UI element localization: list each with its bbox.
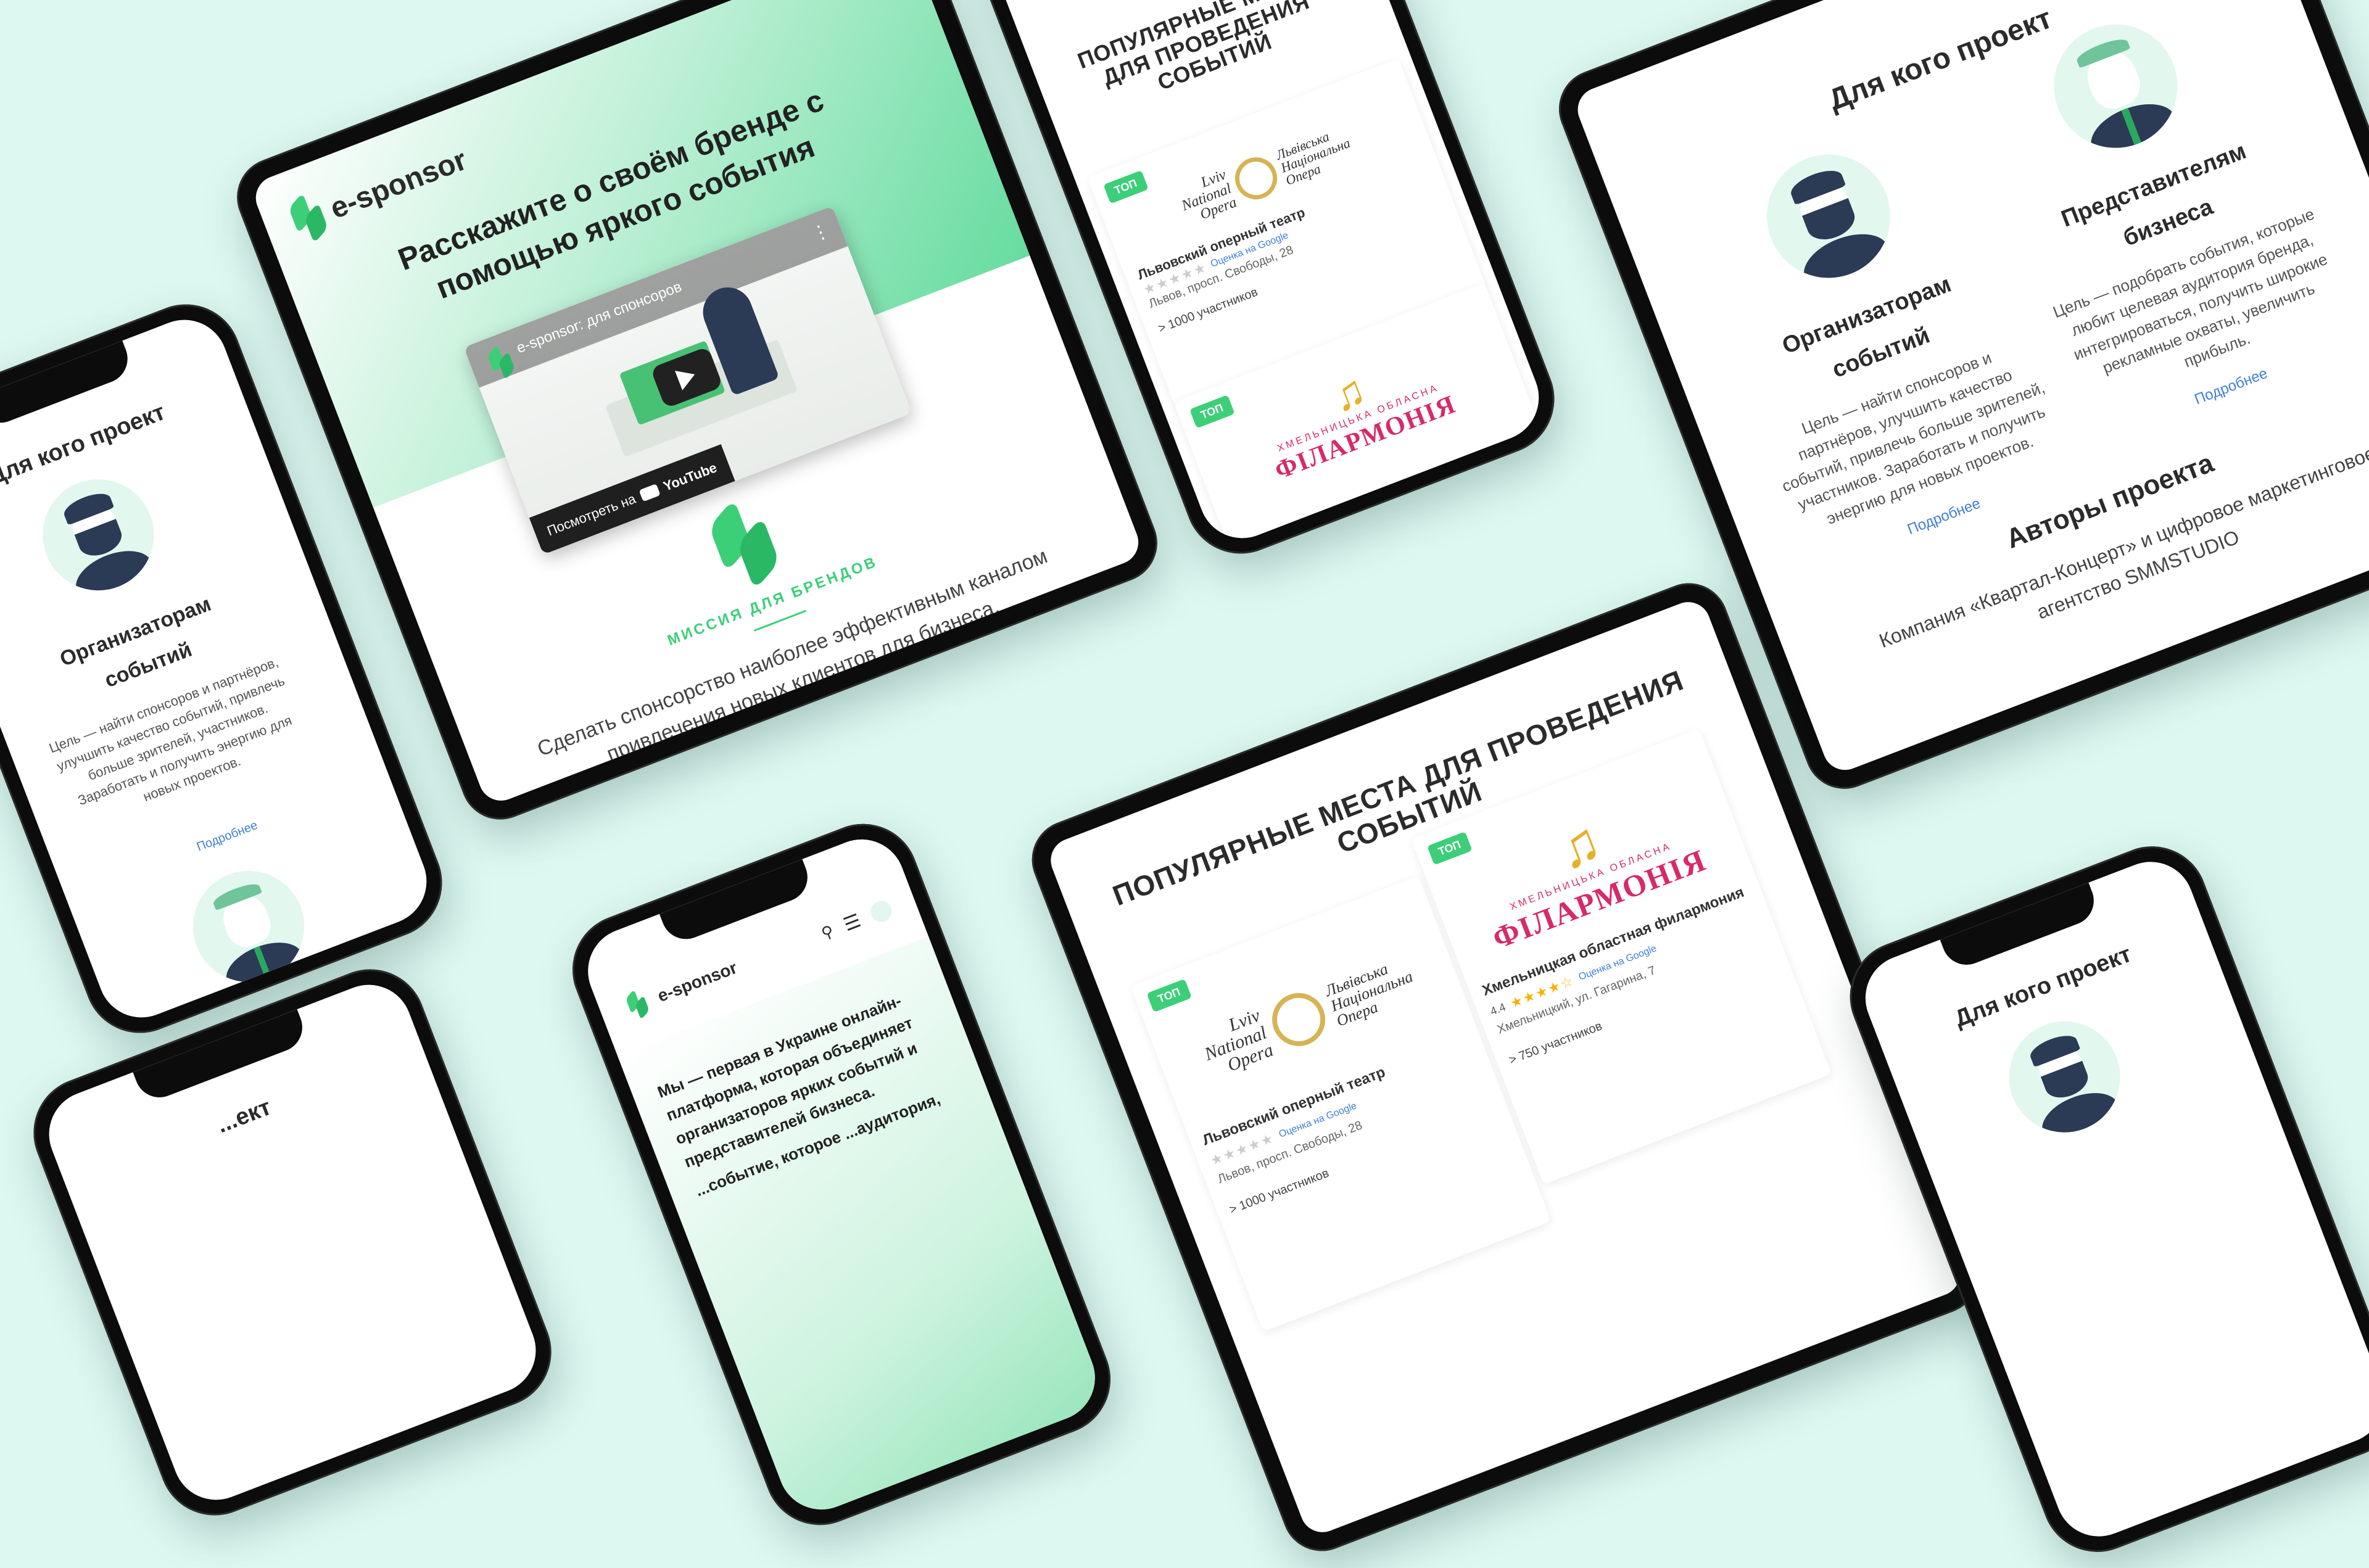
organizer-avatar xyxy=(27,463,170,607)
brand-name: e-sponsor xyxy=(655,957,740,1006)
venue-rating-row: ★★★★★ Оценка на Google xyxy=(1209,1052,1479,1169)
opera-logo-right: Львівська Національна Опера xyxy=(1322,959,1416,1030)
opera-logo-right: Львівська Національна Опера xyxy=(1273,128,1353,189)
user-icon[interactable] xyxy=(867,897,895,925)
about-section: Мы — первая в Украине онлайн-платформа, … xyxy=(617,936,1108,1522)
organizer-avatar xyxy=(1748,136,1909,296)
watch-on-youtube[interactable]: Посмотреть на YouTube xyxy=(529,444,735,555)
brand-logo-icon xyxy=(622,989,653,1021)
opera-logo-left: Lviv National Opera xyxy=(1201,1005,1276,1076)
phone-partial-bottom-left: ...ект xyxy=(17,953,568,1532)
notch xyxy=(1940,883,2101,972)
mission-logo-icon xyxy=(700,497,790,593)
search-icon[interactable]: ⚲ xyxy=(819,921,837,943)
rating-value: 4.4 xyxy=(1488,1000,1508,1018)
phone-about-screen: e-sponsor ⚲ ☰ Мы — первая в Украине онла… xyxy=(575,827,1108,1522)
play-icon xyxy=(674,364,699,390)
opera-ring-icon xyxy=(1229,151,1283,206)
top-badge: ТОП xyxy=(1146,978,1192,1013)
organizer-avatar xyxy=(1993,1005,2136,1149)
opera-logo-left: Lviv National Opera xyxy=(1179,167,1239,223)
business-avatar xyxy=(176,854,321,999)
header-actions: ⚲ ☰ xyxy=(818,897,895,944)
youtube-icon xyxy=(639,484,661,502)
hero-screen: e-sponsor Расскажите о своём бренде с по… xyxy=(249,0,1145,807)
youtube-label: YouTube xyxy=(661,460,719,495)
phone-about: e-sponsor ⚲ ☰ Мы — первая в Украине онла… xyxy=(556,807,1127,1541)
phone-audience-right-screen: Для кого проект xyxy=(1853,849,2369,1549)
opera-ring-icon xyxy=(1264,985,1333,1054)
mission-logo xyxy=(700,497,792,599)
phone-partial-screen: ...ект xyxy=(36,972,548,1512)
menu-icon[interactable]: ☰ xyxy=(841,909,864,935)
watch-on-label: Посмотреть на xyxy=(545,490,638,539)
